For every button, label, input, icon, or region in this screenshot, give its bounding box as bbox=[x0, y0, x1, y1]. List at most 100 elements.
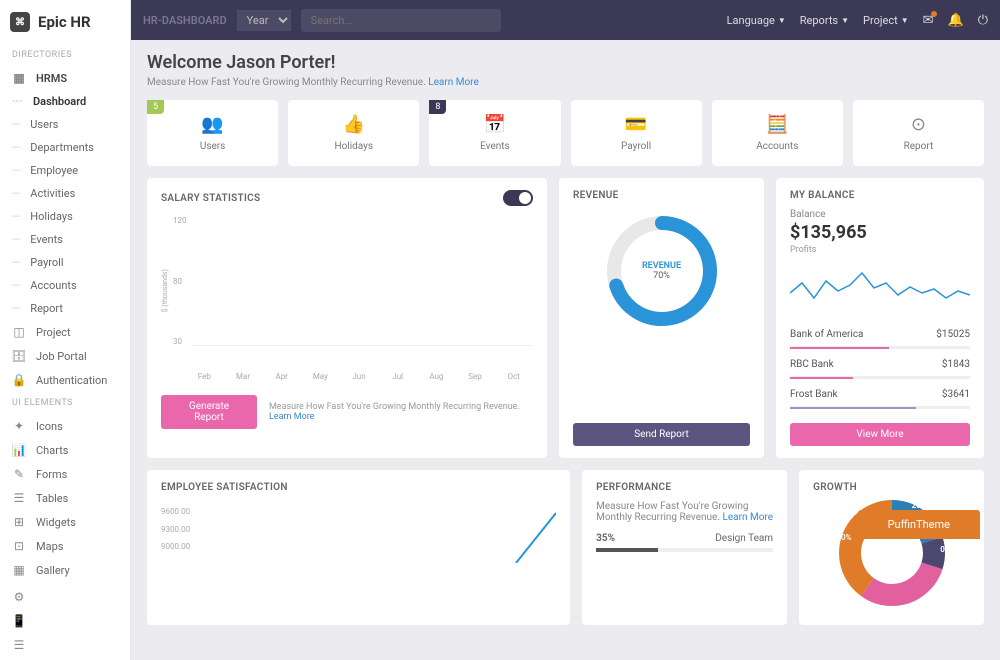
bell-icon[interactable]: 🔔 bbox=[948, 13, 964, 28]
icon-card-payroll[interactable]: 💳Payroll bbox=[571, 100, 702, 166]
perf-title: PERFORMANCE bbox=[596, 482, 773, 493]
brand-text: Epic HR bbox=[38, 13, 91, 31]
employee-satisfaction-card: EMPLOYEE SATISFACTION 9600.009300.009000… bbox=[147, 470, 570, 625]
dash-icon: --- bbox=[12, 188, 20, 199]
content: Welcome Jason Porter! Measure How Fast Y… bbox=[131, 40, 1000, 649]
year-select[interactable]: Year bbox=[237, 10, 291, 31]
sidebar-item-employee[interactable]: ---Employee bbox=[0, 159, 130, 182]
balance-sub: Profits bbox=[790, 245, 970, 255]
sidebar-bottom: ⚙ 📱 ☰ bbox=[0, 582, 130, 660]
revenue-donut: REVENUE70% bbox=[602, 211, 722, 331]
events-icon: 📅 bbox=[484, 114, 506, 135]
reports-menu[interactable]: Reports▼ bbox=[800, 14, 849, 27]
icons-icon: ✦ bbox=[12, 419, 26, 433]
sidebar-item-dashboard[interactable]: ---Dashboard bbox=[0, 90, 130, 113]
sidebar-item-report[interactable]: ---Report bbox=[0, 297, 130, 320]
puffin-theme-button[interactable]: PuffinTheme bbox=[858, 510, 980, 539]
tables-icon: ☰ bbox=[12, 491, 26, 505]
salary-learn-more[interactable]: Learn More bbox=[269, 412, 315, 422]
bank-row: Bank of America$15025 bbox=[790, 323, 970, 347]
icon-card-events[interactable]: 8📅Events bbox=[429, 100, 560, 166]
emp-chart bbox=[196, 503, 556, 563]
dash-icon: --- bbox=[12, 280, 20, 291]
authentication-icon: 🔒 bbox=[12, 373, 26, 387]
forms-icon: ✎ bbox=[12, 467, 26, 481]
sidebar-item-departments[interactable]: ---Departments bbox=[0, 136, 130, 159]
sidebar-section-directories: DIRECTORIES bbox=[0, 44, 130, 66]
gear-icon[interactable]: ⚙ bbox=[12, 590, 26, 604]
salary-toggle[interactable] bbox=[503, 190, 533, 206]
gallery-icon: ▦ bbox=[12, 563, 26, 577]
icon-card-holidays[interactable]: 👍Holidays bbox=[288, 100, 419, 166]
bank-row: RBC Bank$1843 bbox=[790, 353, 970, 377]
widgets-icon: ⊞ bbox=[12, 515, 26, 529]
growth-card: GROWTH 20.0% 0.0% 30.0% bbox=[799, 470, 984, 625]
balance-sparkline bbox=[790, 263, 970, 313]
welcome-title: Welcome Jason Porter! bbox=[147, 52, 984, 73]
sidebar-item-forms[interactable]: ✎Forms bbox=[0, 462, 130, 486]
dash-icon: --- bbox=[12, 96, 23, 107]
badge: 5 bbox=[147, 100, 164, 114]
users-icon: 👥 bbox=[201, 114, 223, 135]
sidebar-module-hrms[interactable]: ▦ HRMS bbox=[0, 66, 130, 90]
report-icon: ⊙ bbox=[911, 114, 926, 135]
brand: ⌘ Epic HR bbox=[0, 0, 130, 44]
sidebar-item-charts[interactable]: 📊Charts bbox=[0, 438, 130, 462]
sidebar-item-payroll[interactable]: ---Payroll bbox=[0, 251, 130, 274]
balance-label: Balance bbox=[790, 209, 970, 220]
growth-title: GROWTH bbox=[813, 482, 970, 493]
icon-card-accounts[interactable]: 🧮Accounts bbox=[712, 100, 843, 166]
language-menu[interactable]: Language▼ bbox=[727, 14, 786, 27]
performance-card: PERFORMANCE Measure How Fast You're Grow… bbox=[582, 470, 787, 625]
charts-icon: 📊 bbox=[12, 443, 26, 457]
dash-icon: --- bbox=[12, 234, 20, 245]
sidebar-item-maps[interactable]: ⊡Maps bbox=[0, 534, 130, 558]
sidebar-item-project[interactable]: ◫Project bbox=[0, 320, 130, 344]
job portal-icon: 🗄 bbox=[12, 349, 26, 363]
learn-more-link[interactable]: Learn More bbox=[428, 77, 479, 88]
mail-icon[interactable]: ✉ bbox=[923, 13, 934, 28]
welcome-sub: Measure How Fast You're Growing Monthly … bbox=[147, 77, 984, 88]
icon-card-users[interactable]: 5👥Users bbox=[147, 100, 278, 166]
grid-icon: ▦ bbox=[12, 71, 26, 85]
emp-title: EMPLOYEE SATISFACTION bbox=[161, 482, 556, 493]
balance-title: MY BALANCE bbox=[790, 190, 970, 201]
sidebar-item-activities[interactable]: ---Activities bbox=[0, 182, 130, 205]
dash-icon: --- bbox=[12, 119, 20, 130]
salary-card: SALARY STATISTICS $ (thousands) 1208030 … bbox=[147, 178, 547, 458]
icon-card-report[interactable]: ⊙Report bbox=[853, 100, 984, 166]
search-input[interactable] bbox=[301, 9, 501, 32]
maps-icon: ⊡ bbox=[12, 539, 26, 553]
revenue-title: REVENUE bbox=[573, 190, 750, 201]
sidebar-item-users[interactable]: ---Users bbox=[0, 113, 130, 136]
sidebar-item-icons[interactable]: ✦Icons bbox=[0, 414, 130, 438]
welcome: Welcome Jason Porter! Measure How Fast Y… bbox=[147, 52, 984, 88]
balance-amount: $135,965 bbox=[790, 222, 970, 243]
salary-title: SALARY STATISTICS bbox=[161, 193, 260, 204]
sidebar: ⌘ Epic HR DIRECTORIES ▦ HRMS ---Dashboar… bbox=[0, 0, 131, 660]
dash-icon: --- bbox=[12, 211, 20, 222]
dash-icon: --- bbox=[12, 142, 20, 153]
dash-icon: --- bbox=[12, 257, 20, 268]
sidebar-item-events[interactable]: ---Events bbox=[0, 228, 130, 251]
menu-icon[interactable]: ☰ bbox=[12, 638, 26, 652]
sidebar-item-job-portal[interactable]: 🗄Job Portal bbox=[0, 344, 130, 368]
project-menu[interactable]: Project▼ bbox=[863, 14, 909, 27]
sidebar-item-authentication[interactable]: 🔒Authentication bbox=[0, 368, 130, 392]
send-report-button[interactable]: Send Report bbox=[573, 423, 750, 446]
sidebar-item-accounts[interactable]: ---Accounts bbox=[0, 274, 130, 297]
badge: 8 bbox=[429, 100, 446, 114]
power-icon[interactable]: ⏻ bbox=[978, 13, 988, 28]
view-more-button[interactable]: View More bbox=[790, 423, 970, 446]
dash-icon: --- bbox=[12, 165, 20, 176]
device-icon[interactable]: 📱 bbox=[12, 614, 26, 628]
sidebar-item-holidays[interactable]: ---Holidays bbox=[0, 205, 130, 228]
sidebar-item-widgets[interactable]: ⊞Widgets bbox=[0, 510, 130, 534]
sidebar-item-tables[interactable]: ☰Tables bbox=[0, 486, 130, 510]
sidebar-item-gallery[interactable]: ▦Gallery bbox=[0, 558, 130, 582]
perf-learn-more[interactable]: Learn More bbox=[722, 512, 773, 523]
generate-report-button[interactable]: Generate Report bbox=[161, 395, 257, 429]
dash-icon: --- bbox=[12, 303, 20, 314]
payroll-icon: 💳 bbox=[625, 114, 647, 135]
topbar: HR-DASHBOARD Year Language▼ Reports▼ Pro… bbox=[131, 0, 1000, 40]
